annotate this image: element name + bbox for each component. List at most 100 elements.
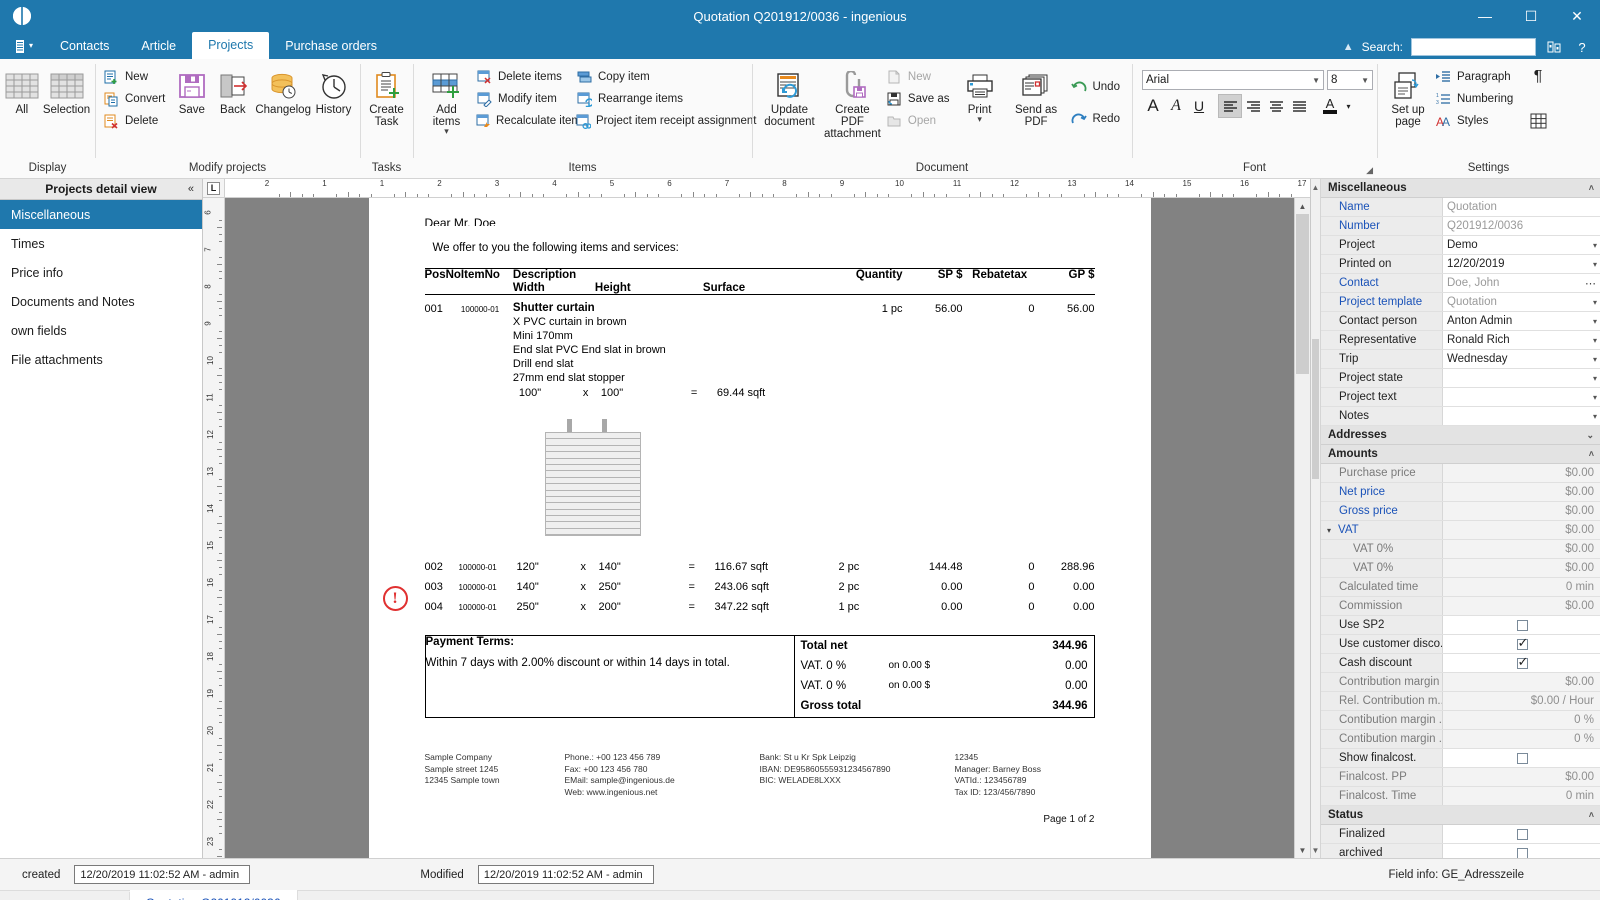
all-button[interactable]: All	[3, 64, 41, 120]
property-row-project[interactable]: ProjectDemo▾	[1321, 236, 1600, 255]
property-value[interactable]: $0.00	[1443, 502, 1600, 520]
checkbox-checked[interactable]	[1517, 639, 1528, 650]
document-scroll-area[interactable]: Dear Mr. Doe We offer to you the followi…	[225, 198, 1294, 858]
property-row-purchase-price[interactable]: Purchase price$0.00	[1321, 464, 1600, 483]
back-button[interactable]: Back	[212, 64, 253, 120]
align-right-button[interactable]	[1242, 95, 1264, 117]
property-value[interactable]: Demo▾	[1443, 236, 1600, 254]
font-name-combo[interactable]: Arial ▼	[1142, 70, 1324, 90]
font-color-dropdown[interactable]: ▾	[1342, 95, 1355, 117]
italic-button[interactable]: A	[1165, 95, 1187, 117]
chevron-down-icon[interactable]: ▾	[1589, 317, 1597, 326]
section-header-amounts[interactable]: Amounts˄	[1321, 445, 1600, 464]
pilcrow-icon[interactable]: ¶	[1527, 66, 1549, 88]
undo-button[interactable]: Undo	[1068, 76, 1126, 98]
chevron-down-icon[interactable]: ▾	[1589, 336, 1597, 345]
scroll-up-arrow-icon[interactable]: ▲	[1311, 183, 1320, 192]
items-table-row[interactable]: 001 100000-01 Shutter curtain X PVC curt…	[425, 295, 1095, 400]
open-document-button[interactable]: Open	[884, 110, 956, 132]
chevron-down-icon[interactable]: ▾	[1589, 298, 1597, 307]
sidebar-item-own-fields[interactable]: own fields	[0, 316, 202, 345]
items-table-row[interactable]: 004 100000-01 250" x 200" = 347.22 sqft …	[425, 593, 1095, 613]
checkbox-unchecked[interactable]	[1517, 848, 1528, 859]
rearrange-items-button[interactable]: Rearrange items	[574, 88, 746, 110]
property-row-finalized[interactable]: Finalized	[1321, 825, 1600, 844]
chevron-up-icon[interactable]: ˄	[1589, 183, 1594, 193]
property-row-number[interactable]: NumberQ201912/0036	[1321, 217, 1600, 236]
property-value[interactable]: Doe, John⋯	[1443, 274, 1600, 292]
sidebar-item-miscellaneous[interactable]: Miscellaneous	[0, 200, 202, 229]
property-value[interactable]: Quotation	[1443, 198, 1600, 216]
grow-font-button[interactable]: A	[1142, 95, 1164, 117]
project-item-receipt-assignment-button[interactable]: Project item receipt assignment	[574, 110, 746, 132]
chevron-down-icon[interactable]: ▾	[444, 128, 449, 135]
minimize-icon[interactable]: —	[1462, 0, 1508, 32]
chevron-down-icon[interactable]: ▾	[1589, 355, 1597, 364]
create-pdf-attachment-button[interactable]: Create PDF attachment	[821, 64, 884, 144]
property-value[interactable]: Ronald Rich▾	[1443, 331, 1600, 349]
save-button[interactable]: Save	[171, 64, 212, 120]
save-as-button[interactable]: Save as	[884, 88, 956, 110]
property-row-project-template[interactable]: Project templateQuotation▾	[1321, 293, 1600, 312]
chevron-down-icon[interactable]: ▼	[1361, 76, 1369, 85]
numbering-button[interactable]: 13 Numbering	[1433, 88, 1521, 110]
new-document-button[interactable]: New	[884, 66, 956, 88]
warning-exclamation-icon[interactable]: !	[383, 586, 408, 611]
copy-item-button[interactable]: Copy item	[574, 66, 746, 88]
property-value[interactable]	[1443, 844, 1600, 858]
horizontal-ruler[interactable]: 21123456789101112131415161718	[225, 179, 1310, 197]
new-project-button[interactable]: New	[101, 66, 171, 88]
chevron-up-icon[interactable]: ˄	[1589, 810, 1594, 820]
checkbox-unchecked[interactable]	[1517, 620, 1528, 631]
property-row-trip[interactable]: TripWednesday▾	[1321, 350, 1600, 369]
property-row-calculated-time[interactable]: Calculated time0 min	[1321, 578, 1600, 597]
scroll-down-arrow-icon[interactable]: ▼	[1311, 846, 1320, 855]
underline-button[interactable]: U	[1188, 95, 1210, 117]
sidebar-item-times[interactable]: Times	[0, 229, 202, 258]
chevron-down-icon[interactable]: ▾	[1589, 241, 1597, 250]
styles-button[interactable]: AA Styles	[1433, 110, 1521, 132]
sidebar-item-documents-and-notes[interactable]: Documents and Notes	[0, 287, 202, 316]
scrollbar-thumb[interactable]	[1312, 339, 1319, 479]
tree-expand-icon[interactable]: ▾	[1327, 526, 1338, 535]
chevron-down-icon[interactable]: ▼	[1312, 76, 1320, 85]
company-switch-icon[interactable]	[1544, 39, 1564, 56]
set-up-page-button[interactable]: Set up page	[1383, 64, 1433, 132]
property-row-contibution-margin[interactable]: Contibution margin ...0 %	[1321, 730, 1600, 749]
property-value[interactable]: 12/20/2019▾	[1443, 255, 1600, 273]
property-value[interactable]: ▾	[1443, 407, 1600, 425]
property-value[interactable]: $0.00	[1443, 673, 1600, 691]
property-value[interactable]: Wednesday▾	[1443, 350, 1600, 368]
recalculate-item-button[interactable]: Recalculate item	[474, 110, 574, 132]
property-value[interactable]	[1443, 825, 1600, 843]
property-row-notes[interactable]: Notes▾	[1321, 407, 1600, 426]
vertical-ruler[interactable]: 67891011121314151617181920212223	[203, 198, 225, 858]
property-value[interactable]: Q201912/0036	[1443, 217, 1600, 235]
chevron-down-icon[interactable]: ▾	[1589, 412, 1597, 421]
delete-project-button[interactable]: Delete	[101, 110, 171, 132]
property-value[interactable]: $0.00	[1443, 597, 1600, 615]
add-items-button[interactable]: Add items ▾	[419, 64, 474, 139]
paragraph-button[interactable]: Paragraph	[1433, 66, 1521, 88]
redo-button[interactable]: Redo	[1068, 108, 1126, 130]
property-value[interactable]: Quotation▾	[1443, 293, 1600, 311]
modify-item-button[interactable]: Modify item	[474, 88, 574, 110]
history-button[interactable]: History	[313, 64, 354, 120]
insert-table-icon[interactable]	[1527, 110, 1549, 132]
scrollbar-thumb[interactable]	[1296, 214, 1309, 374]
property-value[interactable]: $0.00	[1443, 464, 1600, 482]
property-row-vat-0[interactable]: VAT 0%$0.00	[1321, 540, 1600, 559]
ribbon-tab-purchase-orders[interactable]: Purchase orders	[269, 34, 393, 59]
chevron-down-icon[interactable]: ▾	[977, 116, 982, 123]
app-menu-button[interactable]: ▾	[0, 32, 44, 59]
update-document-button[interactable]: Update document	[758, 64, 821, 132]
property-row-finalcost-pp[interactable]: Finalcost. PP$0.00	[1321, 768, 1600, 787]
property-value[interactable]: $0.00	[1443, 768, 1600, 786]
checkbox-unchecked[interactable]	[1517, 829, 1528, 840]
property-row-use-customer-disco[interactable]: Use customer disco...	[1321, 635, 1600, 654]
bottom-tab-quotation[interactable]: Quotation Q201912/0036	[130, 890, 298, 900]
property-row-contact[interactable]: ContactDoe, John⋯	[1321, 274, 1600, 293]
chevron-up-icon[interactable]: ˄	[1589, 449, 1594, 459]
print-button[interactable]: Print ▾	[955, 64, 1003, 127]
section-header-miscellaneous[interactable]: Miscellaneous˄	[1321, 179, 1600, 198]
